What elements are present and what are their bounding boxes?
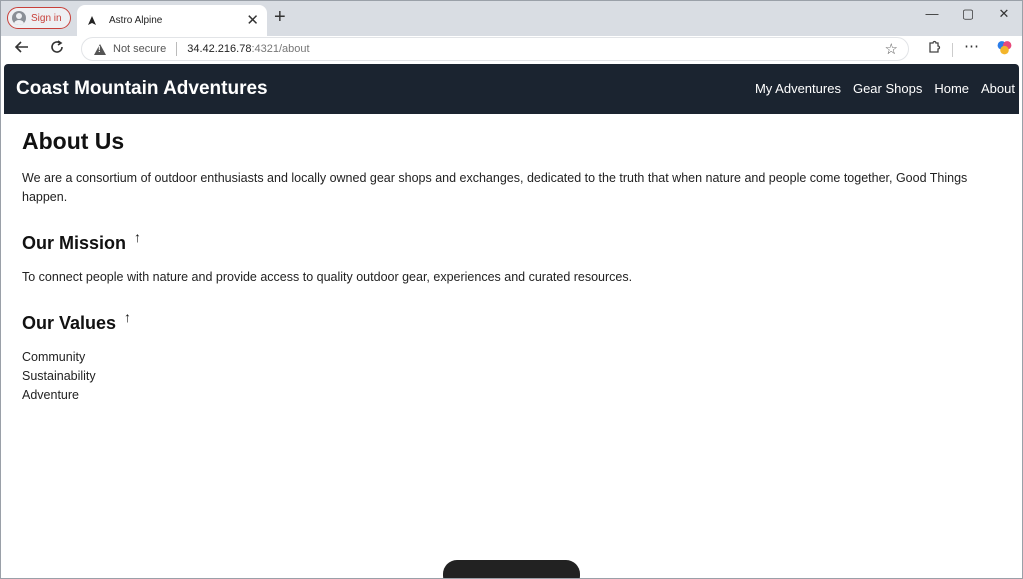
floating-toolbar[interactable] (443, 560, 580, 579)
list-item: Sustainability (22, 369, 96, 383)
tab-strip: Sign in Astro Alpine ✕ + — ▢ ✕ (0, 0, 1023, 36)
browser-toolbar: Not secure 34.42.216.78:4321/about ☆ ⋯ (0, 36, 1023, 62)
profile-label: Sign in (31, 12, 62, 24)
puzzle-icon[interactable] (926, 39, 942, 60)
browser-tab[interactable]: Astro Alpine ✕ (77, 5, 267, 36)
warning-icon (94, 43, 106, 55)
list-item: Adventure (22, 388, 79, 402)
more-icon[interactable]: ⋯ (964, 37, 979, 55)
reload-button[interactable] (49, 39, 65, 60)
arrow-left-icon (14, 41, 28, 53)
values-heading: Our Values ↑ (22, 309, 1002, 334)
page-title: About Us (22, 128, 125, 154)
nav-gear-shops[interactable]: Gear Shops (853, 81, 922, 96)
main-content: About Us We are a consortium of outdoor … (22, 128, 1002, 405)
nav-my-adventures[interactable]: My Adventures (755, 81, 841, 96)
values-anchor-link[interactable]: ↑ (124, 309, 131, 325)
mission-anchor-link[interactable]: ↑ (134, 229, 141, 245)
nav-about[interactable]: About (981, 81, 1015, 96)
new-tab-button[interactable]: + (274, 7, 286, 27)
site-header: Coast Mountain Adventures My Adventures … (4, 64, 1019, 114)
close-window-button[interactable]: ✕ (992, 6, 1016, 22)
url-separator (176, 42, 178, 56)
site-nav: My Adventures Gear Shops Home About (755, 81, 1015, 96)
nav-home[interactable]: Home (934, 81, 969, 96)
site-title[interactable]: Coast Mountain Adventures (16, 78, 268, 100)
list-item: Community (22, 350, 86, 364)
mission-heading: Our Mission ↑ (22, 229, 1002, 254)
copilot-icon[interactable] (996, 39, 1013, 61)
tab-title: Astro Alpine (109, 15, 163, 26)
intro-paragraph: We are a consortium of outdoor enthusias… (22, 171, 968, 204)
mission-heading-text: Our Mission (22, 233, 127, 253)
tab-favicon-icon (85, 14, 99, 28)
url-path: :4321/about (251, 43, 310, 55)
toolbar-divider (952, 43, 953, 57)
values-heading-text: Our Values (22, 313, 117, 333)
reload-icon (51, 40, 63, 53)
address-bar[interactable]: Not secure 34.42.216.78:4321/about ☆ (81, 37, 909, 61)
not-secure-label[interactable]: Not secure (113, 43, 166, 55)
maximize-button[interactable]: ▢ (956, 6, 980, 22)
back-button[interactable] (14, 39, 30, 60)
mission-paragraph: To connect people with nature and provid… (22, 270, 633, 284)
profile-button[interactable]: Sign in (7, 7, 71, 29)
tab-close-icon[interactable]: ✕ (246, 13, 259, 28)
values-list: Community Sustainability Adventure (22, 348, 1002, 405)
url-host: 34.42.216.78 (187, 43, 252, 55)
minimize-button[interactable]: — (920, 6, 944, 21)
star-icon[interactable]: ☆ (885, 40, 898, 58)
profile-icon (12, 11, 26, 25)
